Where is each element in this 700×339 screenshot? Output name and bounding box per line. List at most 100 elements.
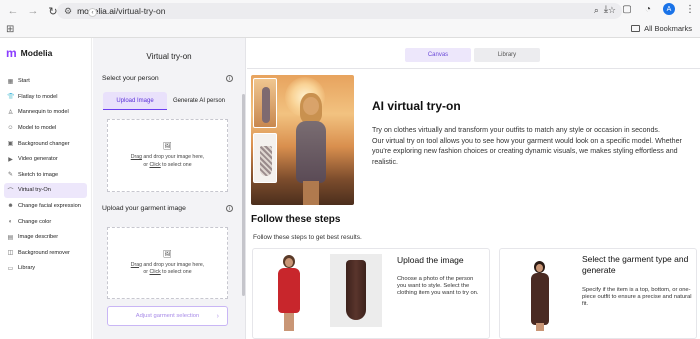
grid-icon: ▦ bbox=[7, 78, 14, 85]
person-section-title: Select your person bbox=[102, 75, 159, 82]
face-icon: ☻ bbox=[7, 202, 14, 209]
sidebar-item-label: Mannequin to model bbox=[18, 109, 69, 116]
profile-avatar[interactable]: A bbox=[663, 3, 675, 15]
sidebar-item-virtual-try-on[interactable]: ⌒ Virtual try-On bbox=[4, 183, 87, 198]
sidebar: m Modelia ▦ Start 👕 Flatlay to model ♙ Manneq… bbox=[0, 38, 92, 339]
garment-dropzone[interactable]: 🖼 Drag and drop your image here, or Clic… bbox=[107, 227, 228, 299]
bookmarks-bar: ⊞ All Bookmarks bbox=[0, 22, 700, 38]
sidebar-item-model-to-model[interactable]: ☺ Model to model bbox=[0, 121, 91, 136]
thumbnail-figure bbox=[262, 87, 270, 123]
garment-section-title: Upload your garment image bbox=[102, 205, 186, 212]
sidebar-item-flatlay-to-model[interactable]: 👕 Flatlay to model bbox=[0, 90, 91, 105]
sidebar-item-background-remover[interactable]: ◫ Background remover bbox=[0, 245, 91, 260]
extensions-icon[interactable]: ▢ bbox=[621, 4, 633, 15]
hero-paragraph-2: Our virtual try on tool allows you to se… bbox=[372, 136, 682, 166]
tab-canvas[interactable]: Canvas bbox=[405, 48, 471, 62]
adjust-garment-selection-button[interactable]: Adjust garment selection › bbox=[107, 306, 228, 326]
brand-name: Modelia bbox=[20, 48, 53, 58]
thumbnail-dress bbox=[260, 146, 272, 176]
steps-subtitle: Follow these steps to get best results. bbox=[253, 234, 362, 241]
sidebar-item-label: Model to model bbox=[18, 125, 57, 132]
modelia-logo-icon: m bbox=[6, 46, 17, 60]
person-info-icon[interactable]: i bbox=[226, 75, 233, 82]
person-source-tabs: Upload Image Generate AI person bbox=[103, 92, 231, 110]
document-icon: ▤ bbox=[7, 234, 14, 241]
sidebar-item-label: Flatlay to model bbox=[18, 93, 58, 100]
image-icon: ▣ bbox=[7, 141, 14, 148]
sidebar-item-label: Virtual try-On bbox=[18, 187, 51, 194]
drag-link[interactable]: Drag bbox=[131, 262, 142, 268]
dropzone-instructions: Drag and drop your image here, bbox=[130, 154, 205, 160]
view-tabs: Canvas Library bbox=[247, 38, 700, 69]
click-link[interactable]: Click bbox=[149, 269, 160, 275]
tab-upload-image[interactable]: Upload Image bbox=[103, 92, 167, 110]
sidebar-item-label: Change color bbox=[18, 218, 52, 225]
tab-library[interactable]: Library bbox=[474, 48, 540, 62]
pencil-icon: ✎ bbox=[7, 172, 14, 179]
download-icon[interactable]: ⤓ bbox=[600, 4, 612, 15]
sidebar-nav: ▦ Start 👕 Flatlay to model ♙ Mannequin to mod… bbox=[0, 74, 91, 276]
image-upload-icon: 🖼 bbox=[163, 143, 172, 150]
model-red-dress-image bbox=[269, 255, 309, 333]
back-icon[interactable]: ← bbox=[6, 4, 20, 18]
click-link[interactable]: Click bbox=[149, 162, 160, 168]
more-menu-icon[interactable]: ⋮ bbox=[684, 4, 696, 15]
try-on-panel: Virtual try-on Select your person i Uplo… bbox=[93, 38, 246, 339]
forward-icon[interactable]: → bbox=[26, 4, 40, 18]
thumbnail-garment bbox=[253, 133, 277, 183]
sidebar-item-start[interactable]: ▦ Start bbox=[0, 74, 91, 89]
dropzone-instructions-2: or Click to select one bbox=[143, 161, 192, 168]
model-brown-dress-image bbox=[522, 261, 558, 333]
dropzone-instructions: Drag and drop your image here, bbox=[130, 261, 205, 268]
folder-icon: ▭ bbox=[7, 265, 14, 272]
brown-dress-image bbox=[330, 254, 382, 327]
sync-icon[interactable]: ◔ bbox=[642, 4, 654, 15]
drag-link[interactable]: Drag bbox=[131, 154, 142, 160]
sidebar-item-sketch-to-image[interactable]: ✎ Sketch to image bbox=[0, 168, 91, 183]
sidebar-item-mannequin-to-model[interactable]: ♙ Mannequin to model bbox=[0, 105, 91, 120]
step-card-upload: Upload the image Choose a photo of the p… bbox=[252, 248, 490, 339]
chevron-right-icon: › bbox=[216, 312, 219, 320]
sidebar-item-label: Image describer bbox=[18, 234, 59, 241]
step1-title: Upload the image bbox=[397, 255, 464, 265]
dropzone-instructions-2: or Click to select one bbox=[143, 269, 192, 275]
step2-title: Select the garment type and generate bbox=[582, 254, 689, 275]
sidebar-item-label: Background changer bbox=[18, 140, 70, 147]
site-settings-icon[interactable]: ⚙ bbox=[64, 6, 72, 17]
step1-description: Choose a photo of the person you want to… bbox=[397, 276, 479, 297]
tab-generate-ai-person[interactable]: Generate AI person bbox=[167, 92, 231, 110]
adjust-button-label: Adjust garment selection bbox=[135, 313, 200, 319]
all-bookmarks-button[interactable]: All Bookmarks bbox=[631, 24, 692, 33]
panel-title: Virtual try-on bbox=[146, 52, 192, 61]
mannequin-icon: ♙ bbox=[7, 109, 14, 116]
garment-info-icon[interactable]: i bbox=[226, 205, 233, 212]
collapse-sidebar-icon[interactable]: ‹ bbox=[88, 8, 97, 17]
hanger-icon: ⌒ bbox=[7, 188, 14, 195]
hero-paragraph-1: Try on clothes virtually and transform y… bbox=[372, 126, 660, 134]
address-bar[interactable]: ⚙ modelia.ai/virtual-try-on ⌕ ☆ bbox=[57, 3, 622, 19]
sidebar-item-label: Start bbox=[18, 78, 30, 85]
video-icon: ▶ bbox=[8, 156, 13, 163]
hero-image bbox=[251, 75, 354, 205]
sidebar-item-change-facial-expression[interactable]: ☻ Change facial expression bbox=[0, 199, 91, 214]
sidebar-item-label: Library bbox=[18, 265, 36, 272]
sidebar-item-video-generator[interactable]: ▶ Video generator bbox=[0, 152, 91, 167]
step-card-garment-type: Select the garment type and generate Spe… bbox=[499, 248, 697, 339]
panel-scrollbar[interactable] bbox=[242, 94, 245, 296]
sidebar-item-image-describer[interactable]: ▤ Image describer bbox=[0, 230, 91, 245]
thumbnail-person bbox=[253, 78, 277, 128]
model-dress bbox=[296, 121, 326, 183]
brand-logo[interactable]: m Modelia bbox=[0, 38, 91, 68]
sidebar-item-label: Sketch to image bbox=[18, 171, 59, 178]
person-dropzone[interactable]: 🖼 Drag and drop your image here, or Clic… bbox=[107, 119, 228, 192]
sidebar-item-change-color[interactable]: ◐ Change color bbox=[0, 214, 91, 229]
sidebar-item-label: Background remover bbox=[18, 249, 70, 256]
step2-description: Specify if the item is a top, bottom, or… bbox=[582, 287, 692, 308]
apps-grid-icon[interactable]: ⊞ bbox=[6, 24, 14, 35]
main-canvas-area: Canvas Library AI virtual try-on Try on … bbox=[247, 38, 700, 339]
brown-dress bbox=[346, 260, 366, 320]
sidebar-item-background-changer[interactable]: ▣ Background changer bbox=[0, 136, 91, 151]
sidebar-item-library[interactable]: ▭ Library bbox=[0, 261, 91, 276]
zoom-icon[interactable]: ⌕ bbox=[594, 5, 599, 16]
hero-description: Try on clothes virtually and transform y… bbox=[372, 125, 688, 167]
